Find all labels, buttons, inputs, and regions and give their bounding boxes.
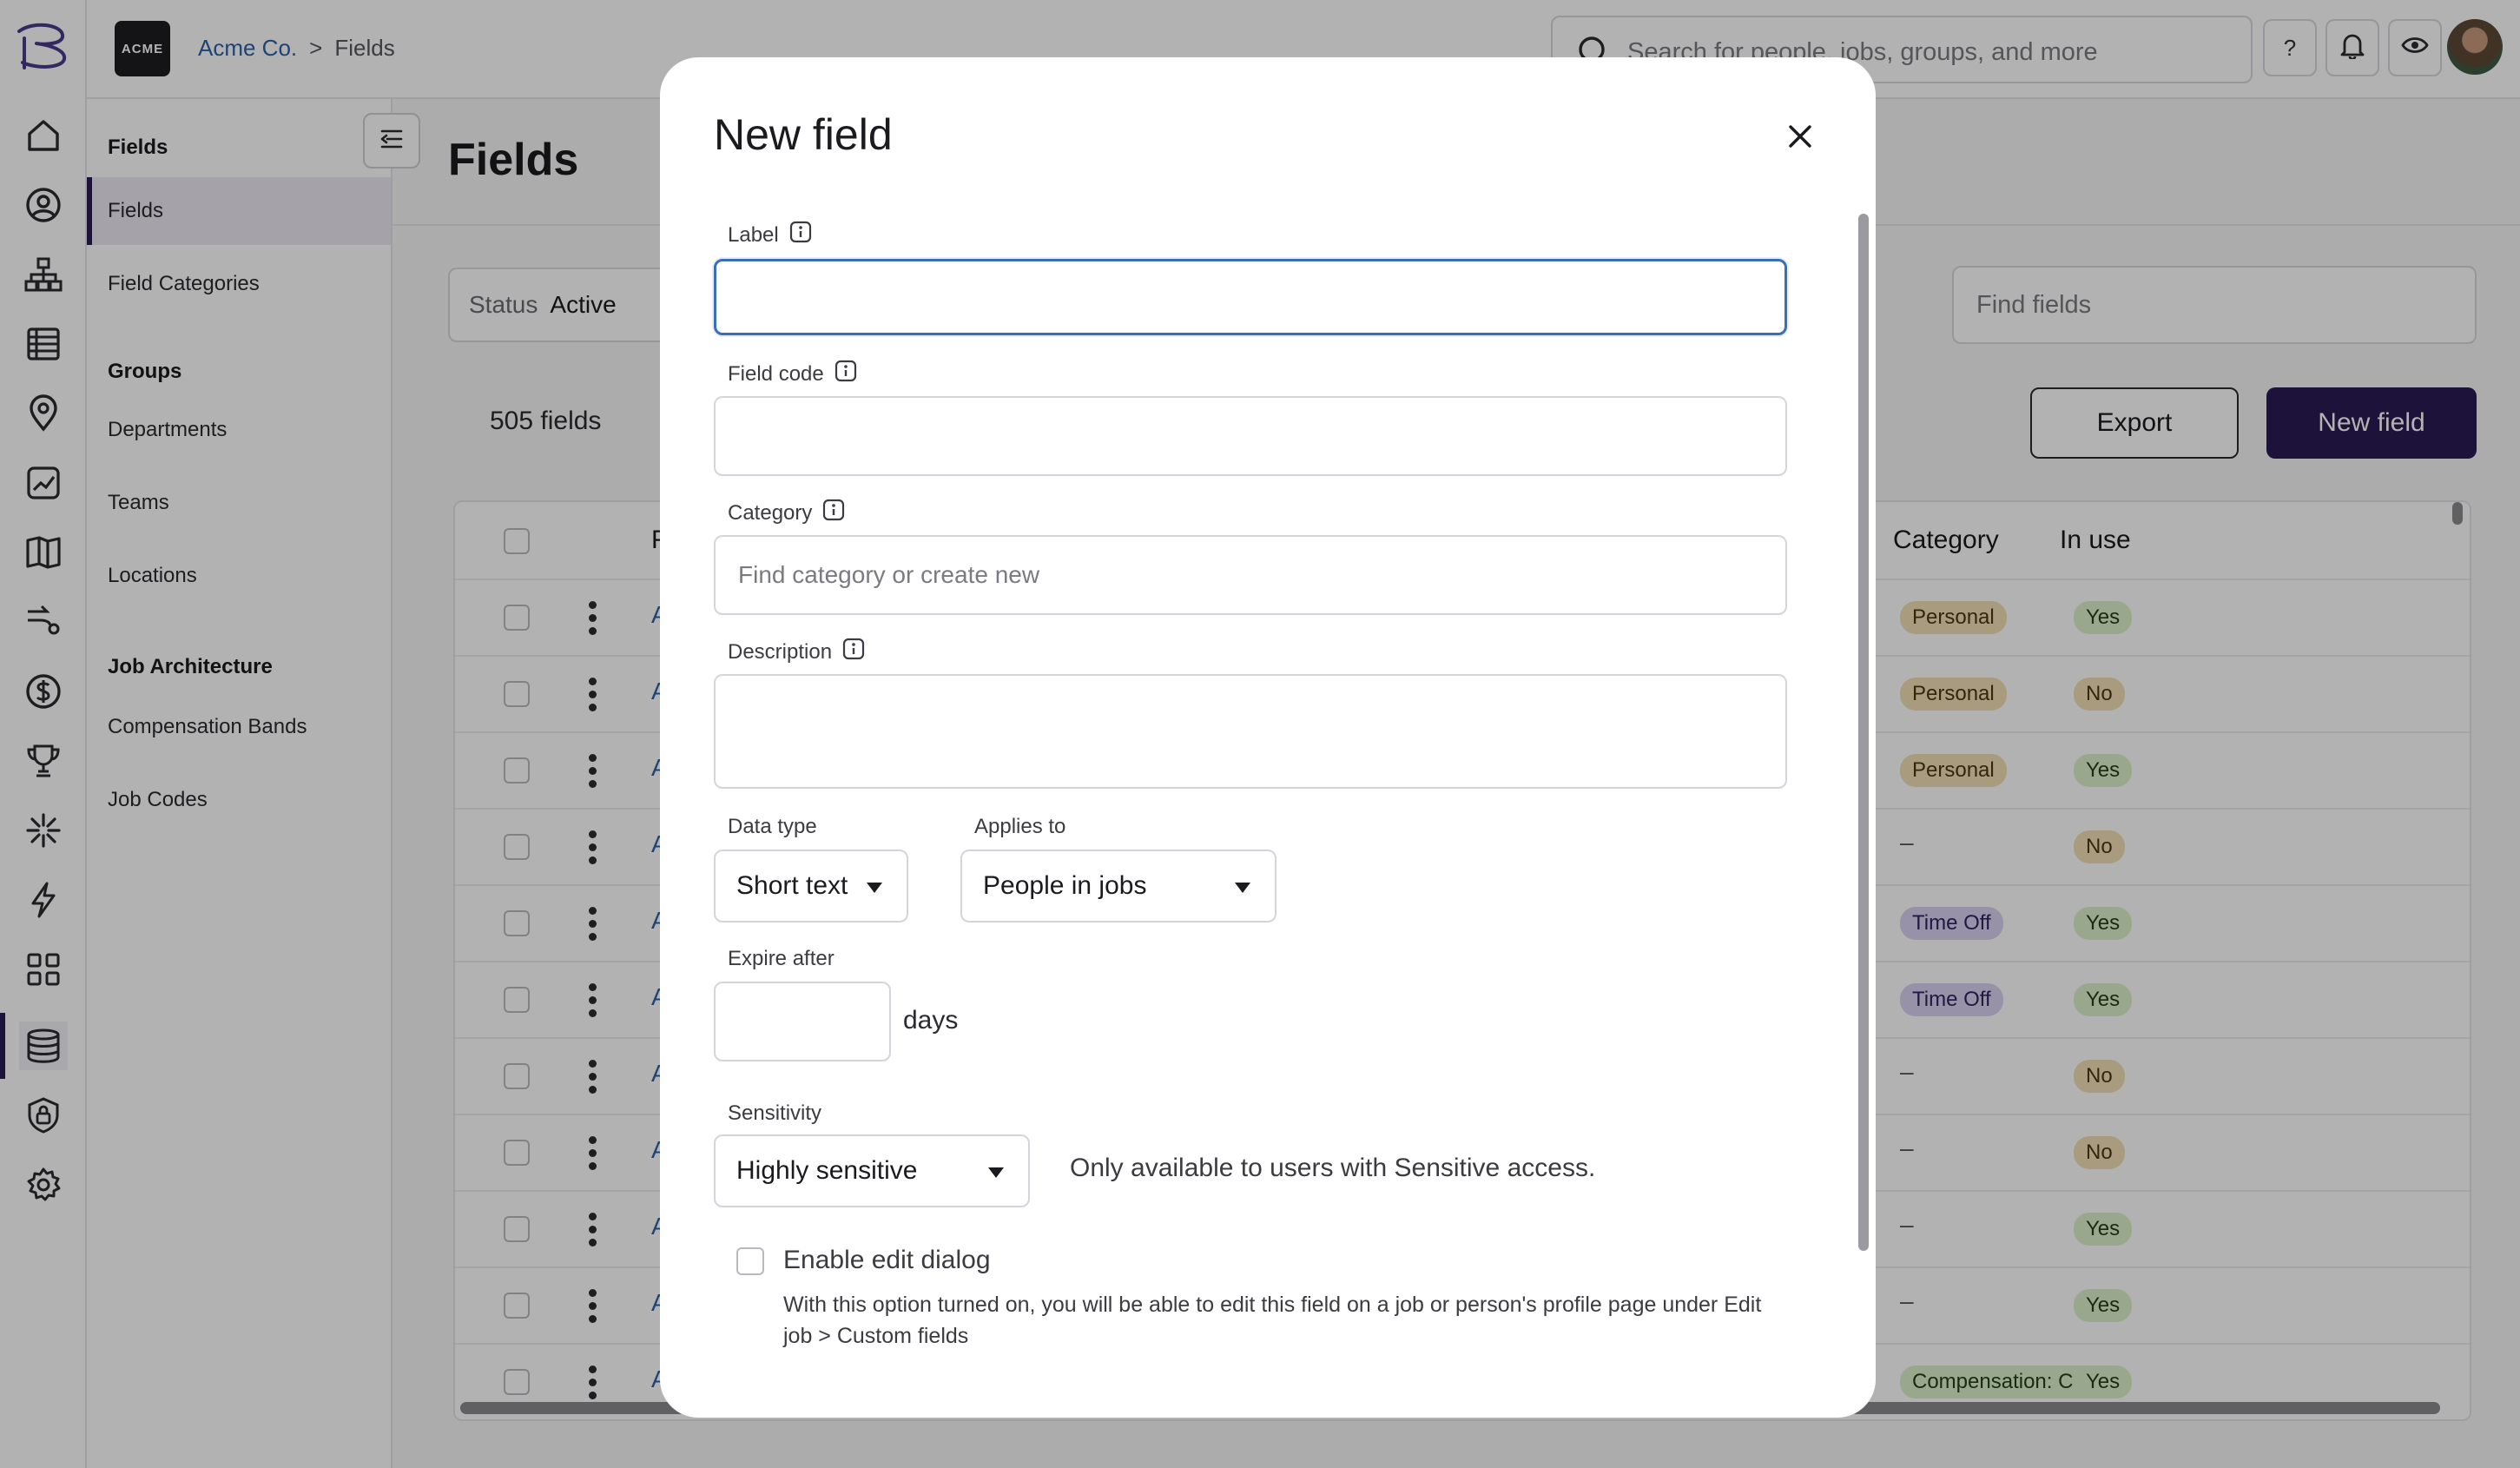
description-label-text: Description (728, 639, 833, 664)
close-icon (1787, 123, 1813, 154)
field-code-label: Field code (728, 360, 857, 388)
data-type-select[interactable]: Short text (714, 850, 908, 922)
applies-to-label: Applies to (974, 815, 1066, 838)
label-input[interactable] (714, 259, 1787, 335)
description-textarea[interactable] (714, 674, 1787, 789)
sensitivity-select[interactable]: Highly sensitive (714, 1134, 1030, 1207)
label-field-label-text: Label (728, 222, 779, 247)
enable-edit-dialog-checkbox[interactable] (736, 1247, 764, 1275)
category-placeholder: Find category or create new (738, 561, 1040, 588)
applies-to-select[interactable]: People in jobs (960, 850, 1276, 922)
expire-after-label: Expire after (728, 947, 835, 970)
applies-to-value: People in jobs (983, 871, 1147, 900)
chevron-down-icon (988, 1167, 1004, 1178)
expire-after-input[interactable] (714, 982, 891, 1061)
enable-edit-dialog-label[interactable]: Enable edit dialog (783, 1246, 991, 1275)
chevron-down-icon (867, 883, 882, 893)
data-type-value: Short text (736, 871, 848, 900)
data-type-label: Data type (728, 815, 817, 838)
days-unit-label: days (903, 1006, 959, 1035)
dialog-scrollbar[interactable] (1858, 214, 1869, 1251)
category-label: Category (728, 499, 845, 527)
sensitivity-value: Highly sensitive (736, 1156, 918, 1185)
info-icon[interactable] (835, 360, 857, 388)
category-combobox[interactable]: Find category or create new (714, 535, 1787, 615)
category-label-text: Category (728, 500, 813, 525)
field-code-input[interactable] (714, 396, 1787, 476)
info-icon[interactable] (822, 499, 845, 527)
sensitivity-note: Only available to users with Sensitive a… (1070, 1154, 1596, 1182)
new-field-dialog: New field Label Field code Category Find… (660, 57, 1876, 1418)
info-icon[interactable] (842, 638, 865, 666)
info-icon[interactable] (789, 221, 812, 249)
dialog-title: New field (714, 110, 893, 159)
description-label: Description (728, 638, 865, 666)
chevron-down-icon (1235, 883, 1250, 893)
close-button[interactable] (1778, 116, 1822, 160)
sensitivity-label: Sensitivity (728, 1101, 822, 1125)
label-field-label: Label (728, 221, 812, 249)
enable-edit-dialog-help: With this option turned on, you will be … (783, 1293, 1762, 1348)
field-code-label-text: Field code (728, 361, 824, 386)
